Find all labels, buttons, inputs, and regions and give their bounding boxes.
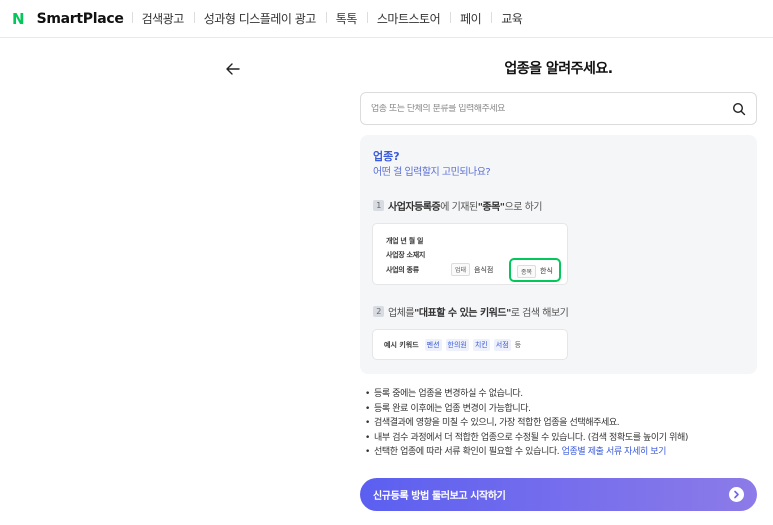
sample-row-open-date: 개업 년 월 일 [386, 237, 424, 245]
keyword-chip: 치킨 [472, 338, 490, 351]
category-help-panel: 업종? 어떤 걸 입력할지 고민되나요? 1 사업자등록증 에 기재된 "종목"… [360, 135, 757, 374]
notice-item: 등록 완료 이후에는 업종 변경이 가능합니다. [365, 402, 765, 417]
arrow-left-icon [226, 63, 240, 75]
step-1: 1 사업자등록증 에 기재된 "종목" 으로 하기 [373, 198, 543, 213]
notice-item: 내부 검수 과정에서 더 적합한 업종으로 수정될 수 있습니다. (검색 정확… [365, 431, 765, 446]
step-1-bold: 사업자등록증 [388, 202, 441, 213]
example-keywords-label: 예시 키워드 [384, 340, 419, 349]
service-nav: 검색광고 성과형 디스플레이 광고 톡톡 스마트스토어 페이 교육 [131, 10, 533, 27]
sample-row-address: 사업장 소재지 [386, 251, 425, 259]
category-search-input[interactable] [371, 103, 732, 114]
step-1-text: 에 기재된 [440, 202, 478, 213]
search-icon[interactable] [732, 102, 746, 116]
business-condition-value: 음식점 [474, 266, 494, 274]
business-registration-sample: 개업 년 월 일 사업장 소재지 사업의 종류 업태 음식점 종목 한식 [372, 223, 568, 285]
required-documents-link[interactable]: 업종별 제출 서류 자세히 보기 [562, 447, 667, 457]
step-2-text: 업체를 [388, 308, 415, 319]
top-nav-bar: N SmartPlace 검색광고 성과형 디스플레이 광고 톡톡 스마트스토어… [0, 0, 773, 38]
keyword-chip: 펜션 [424, 338, 442, 351]
logo-text: SmartPlace [36, 10, 124, 27]
chevron-right-circle-icon [729, 487, 744, 502]
step-2-text-end: 로 검색 해보기 [510, 308, 569, 319]
nav-item-search-ads[interactable]: 검색광고 [131, 10, 194, 27]
keyword-chip: 서점 [493, 338, 511, 351]
step-2-quoted: "대표할 수 있는 키워드" [414, 308, 511, 319]
example-keywords-card: 예시 키워드 펜션 한의원 치킨 서점 등 [372, 329, 568, 360]
sample-row-business-type: 사업의 종류 [386, 266, 419, 274]
tag-category: 종목 [517, 265, 537, 278]
category-search-box[interactable] [360, 92, 757, 125]
nav-item-education[interactable]: 교육 [491, 10, 532, 27]
naver-n-logo: N [12, 9, 25, 28]
help-heading: 업종? [373, 150, 400, 163]
back-button[interactable] [224, 60, 242, 78]
category-value: 한식 [540, 267, 553, 275]
nav-item-talktalk[interactable]: 톡톡 [325, 10, 367, 27]
page-title: 업종을 알려주세요. [504, 61, 613, 77]
notice-item: 등록 중에는 업종을 변경하실 수 없습니다. [365, 387, 765, 402]
notice-item: 검색결과에 영향을 미칠 수 있으니, 가장 적합한 업종을 선택해주세요. [365, 416, 765, 431]
step-1-text-end: 으로 하기 [504, 202, 543, 213]
nav-item-pay[interactable]: 페이 [450, 10, 491, 27]
help-subheading: 어떤 걸 입력할지 고민되나요? [373, 167, 491, 178]
nav-item-display-ads[interactable]: 성과형 디스플레이 광고 [193, 10, 326, 27]
category-highlight-box: 종목 한식 [509, 258, 561, 282]
step-2: 2 업체를 "대표할 수 있는 키워드" 로 검색 해보기 [373, 304, 569, 319]
step-number-badge: 2 [373, 306, 384, 317]
keywords-etc: 등 [514, 340, 522, 349]
step-1-quoted: "종목" [477, 202, 505, 213]
smartplace-logo[interactable]: N SmartPlace [12, 10, 124, 28]
keyword-chip: 한의원 [445, 338, 469, 351]
notice-list: 등록 중에는 업종을 변경하실 수 없습니다. 등록 완료 이후에는 업종 변경… [365, 387, 765, 460]
start-registration-label: 신규등록 방법 둘러보고 시작하기 [373, 491, 506, 502]
start-registration-button[interactable]: 신규등록 방법 둘러보고 시작하기 [360, 478, 757, 511]
nav-item-smartstore[interactable]: 스마트스토어 [366, 10, 450, 27]
tag-business-condition: 업태 [451, 263, 471, 276]
notice-item: 선택한 업종에 따라 서류 확인이 필요할 수 있습니다. 업종별 제출 서류 … [365, 445, 765, 460]
step-number-badge: 1 [373, 200, 384, 211]
